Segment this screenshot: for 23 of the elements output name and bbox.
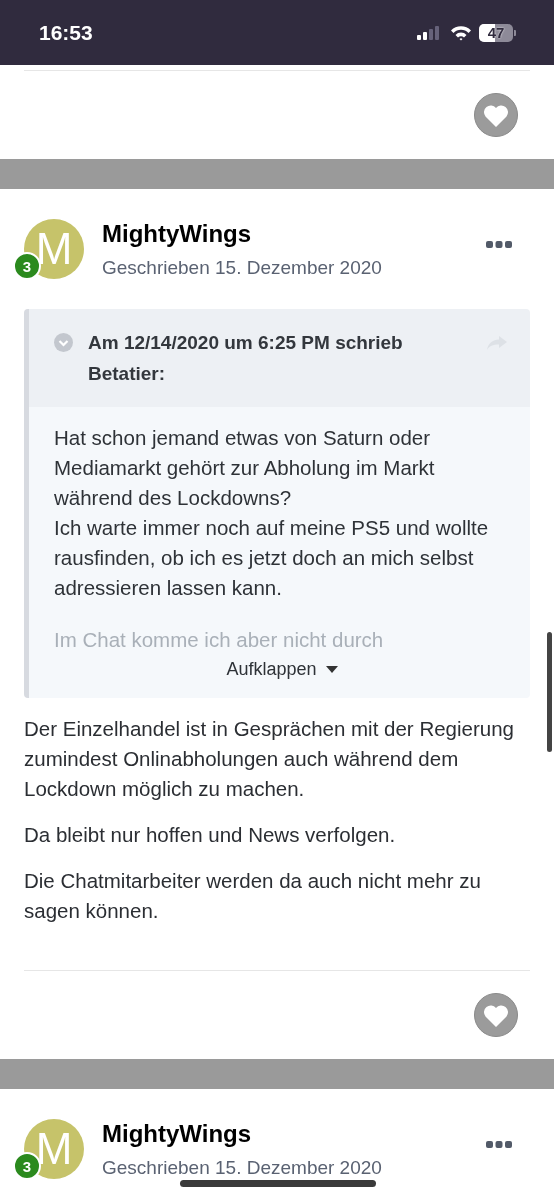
like-button[interactable] (474, 93, 518, 137)
author-name[interactable]: MightyWings (102, 220, 486, 248)
quote-text: Im Chat komme ich aber nicht durch (54, 627, 385, 649)
post-text: Der Einzelhandel ist in Gesprächen mit der Regierung zumindest Onlinabholungen auch während dem Lockdown möglich zu machen. (24, 716, 515, 802)
post-date: Geschrieben 15. Dezember 2020 (102, 1157, 383, 1179)
heart-icon (483, 1004, 509, 1028)
post-text: Die Chatmitarbeiter werden da auch nicht mehr zu sagen können. (24, 868, 482, 924)
post-date: Geschrieben 15. Dezember 2020 (102, 257, 383, 279)
caret-icon (325, 666, 338, 673)
clock: 16:53 (39, 20, 93, 45)
heart-icon (483, 104, 509, 128)
quote-header: Am 12/14/2020 um 6:25 PM schrieb Betatier: (88, 331, 404, 386)
more-icon (486, 241, 512, 249)
collapse-icon[interactable] (54, 333, 73, 352)
quote-text: Hat schon jemand etwas von Saturn oder Mediamarkt gehört zur Abholung im Markt während des Lockdowns? Ich warte immer noch auf meine PS5 und wollte rausfinden, ob ich es jetzt doch an mich selbst adressieren lassen kann. (54, 425, 490, 601)
expand-button[interactable]: Aufklappen (222, 655, 342, 684)
wifi-icon (450, 24, 472, 41)
more-button[interactable] (486, 1141, 512, 1149)
like-button[interactable] (474, 993, 518, 1037)
more-button[interactable] (486, 241, 512, 249)
author-name[interactable]: MightyWings (102, 1120, 486, 1148)
more-icon (486, 1141, 512, 1149)
post-text: Da bleibt nur hoffen und News verfolgen. (24, 822, 397, 848)
